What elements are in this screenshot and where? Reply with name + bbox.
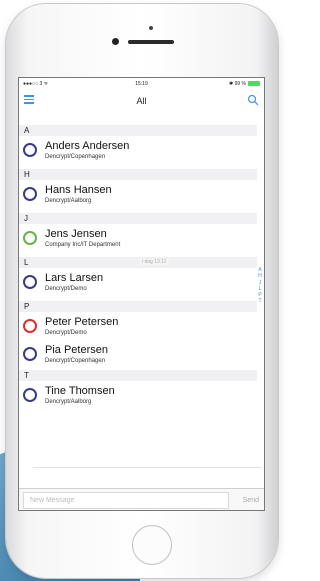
avatar-ring-icon [23, 231, 37, 245]
sensor-dot [149, 26, 153, 30]
contact-row[interactable]: Anders Andersen Dencrypt/Copenhagen [19, 136, 259, 164]
section-header-a: A [19, 125, 257, 136]
contact-row[interactable]: Peter Petersen Dencrypt/Demo [19, 312, 259, 340]
status-bar: ●●●○○ 3 ᯤ 15:19 ✱ 99 % [19, 78, 264, 92]
message-timestamp: i dag 13.11 [139, 259, 170, 265]
contact-name: Tine Thomsen [45, 385, 115, 397]
search-icon[interactable] [247, 94, 259, 106]
avatar-ring-icon [23, 388, 37, 402]
avatar-ring-icon [23, 319, 37, 333]
index-letter[interactable]: T [257, 298, 263, 304]
send-button[interactable]: Send [243, 497, 259, 504]
contact-row[interactable]: Jens Jensen Company Inc/IT Department [19, 224, 259, 252]
contact-row[interactable]: Tine Thomsen Dencrypt/Aalborg [19, 381, 259, 409]
message-composer: New Message Send [19, 488, 264, 510]
contact-row[interactable]: Lars Larsen Dencrypt/Demo [19, 268, 259, 296]
battery-icon [248, 81, 260, 86]
phone-screen: ●●●○○ 3 ᯤ 15:19 ✱ 99 % All A Anders Ande… [18, 77, 265, 511]
home-button[interactable] [132, 525, 172, 565]
contact-subtitle: Dencrypt/Demo [45, 286, 87, 292]
section-header-l: L [19, 257, 257, 268]
section-header-p: P [19, 301, 257, 312]
contact-subtitle: Company Inc/IT Department [45, 242, 121, 248]
contact-name: Peter Petersen [45, 316, 119, 328]
avatar-ring-icon [23, 187, 37, 201]
contact-row[interactable]: Hans Hansen Dencrypt/Aalborg [19, 180, 259, 208]
contact-name: Jens Jensen [45, 228, 107, 240]
avatar-ring-icon [23, 143, 37, 157]
contact-name: Hans Hansen [45, 184, 112, 196]
contact-name: Anders Andersen [45, 140, 130, 152]
navigation-bar: All [19, 92, 264, 112]
contact-row[interactable]: Pia Petersen Dencrypt/Copenhagen [19, 340, 259, 368]
contact-subtitle: Dencrypt/Copenhagen [45, 154, 106, 160]
contact-subtitle: Dencrypt/Aalborg [45, 399, 92, 405]
contact-name: Pia Petersen [45, 344, 108, 356]
earpiece-speaker [128, 40, 174, 44]
section-header-j: J [19, 213, 257, 224]
section-header-h: H [19, 169, 257, 180]
divider [33, 467, 261, 468]
avatar-ring-icon [23, 347, 37, 361]
section-header-t: T [19, 370, 257, 381]
contact-subtitle: Dencrypt/Demo [45, 330, 87, 336]
new-message-input[interactable]: New Message [23, 492, 229, 509]
contact-name: Lars Larsen [45, 272, 104, 284]
battery-text: ✱ 99 % [229, 81, 246, 87]
status-time: 15:19 [135, 81, 148, 87]
section-index-bar[interactable]: A H J L P T [257, 267, 263, 305]
contact-subtitle: Dencrypt/Copenhagen [45, 358, 106, 364]
page-title: All [136, 96, 147, 106]
front-camera [112, 38, 119, 45]
avatar-ring-icon [23, 275, 37, 289]
contact-subtitle: Dencrypt/Aalborg [45, 198, 92, 204]
